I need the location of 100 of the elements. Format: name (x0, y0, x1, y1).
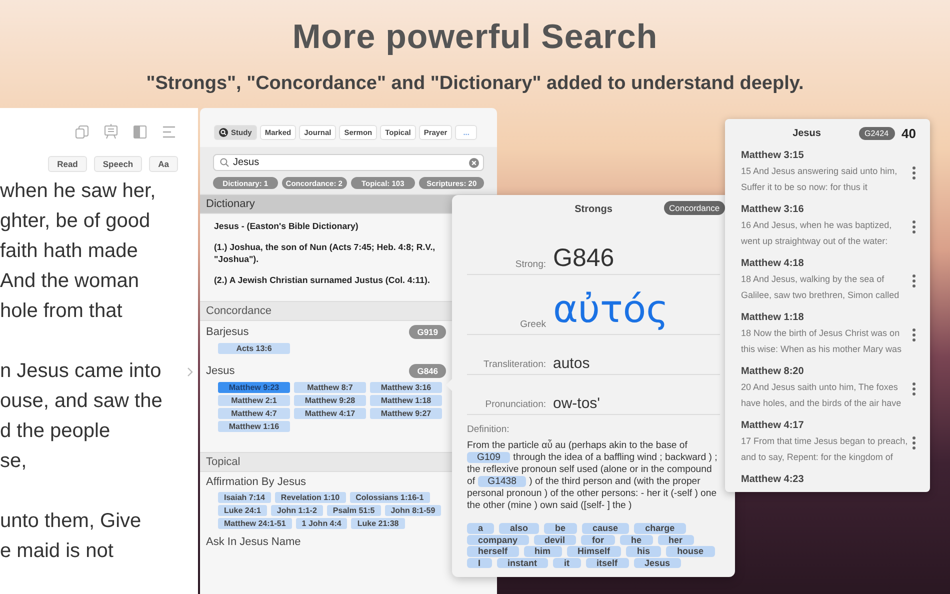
scripture-line: ouse, and saw the (0, 389, 162, 414)
word-chip[interactable]: company (467, 534, 529, 545)
more-icon[interactable] (912, 220, 916, 234)
verse-text: 18 And Jesus, walking by the sea of Galilee, saw two brethren, Simon called (741, 273, 900, 302)
word-chip[interactable]: I (467, 558, 492, 568)
verse-text: 16 And Jesus, when he was baptized, went up straightway out of the water: (741, 219, 893, 248)
verse-count: 40 (902, 126, 916, 141)
word-chip[interactable]: also (499, 523, 540, 534)
dictionary-text: (1.) Joshua, the son of Nun (Acts 7:45; Heb. 4:8; R.V., "Joshua"). (214, 241, 436, 265)
field-label: Transliteration: (482, 359, 547, 371)
verse-chip[interactable]: Matthew 2:1 (218, 395, 290, 406)
verse-reference[interactable]: Matthew 4:18 (741, 257, 916, 271)
word-chip[interactable]: herself (467, 546, 519, 556)
verse-chip[interactable]: Matthew 24:1-51 (218, 518, 292, 529)
toolbar-button[interactable]: Aa (149, 156, 178, 172)
more-icon[interactable] (912, 436, 916, 450)
word-chip[interactable]: be (544, 523, 577, 534)
scripture-line: e maid is not (0, 539, 114, 564)
field-value: αὐτός (553, 287, 670, 331)
concordance-word: Jesus (206, 365, 235, 377)
toolbar-button[interactable]: Read (48, 156, 87, 172)
verse-reference[interactable]: Matthew 4:23 (741, 473, 916, 487)
verse-chip[interactable]: Revelation 1:10 (274, 492, 346, 503)
clear-icon[interactable] (469, 158, 479, 168)
toolbar-button[interactable]: Speech (94, 156, 142, 172)
verse-chip[interactable]: Matthew 4:7 (218, 408, 290, 419)
search-field[interactable]: Jesus (213, 154, 484, 171)
verse-chip[interactable]: Psalm 51:5 (326, 505, 381, 516)
strongs-link[interactable]: G109 (467, 452, 510, 463)
verse-text: 17 From that time Jesus began to preach, and to say, Repent: for the kingdom of (741, 435, 908, 464)
scripture-line: when he saw her, (0, 179, 156, 204)
word-chip[interactable]: his (626, 546, 662, 556)
verse-chip[interactable]: Isaiah 7:14 (218, 492, 271, 503)
verse-text: 15 And Jesus answering said unto him, Suffer it to be so now: for thus it (741, 165, 898, 194)
scripture-line: ghter, be of good (0, 209, 150, 234)
scripture-line: unto them, Give (0, 509, 142, 534)
word-chip[interactable]: a (467, 523, 494, 534)
verse-chip[interactable]: 1 John 4:4 (296, 518, 348, 529)
more-icon[interactable] (912, 382, 916, 396)
scripture-line: d the people (0, 419, 110, 444)
word-chip[interactable]: charge (634, 523, 686, 534)
word-chip[interactable]: him (524, 546, 562, 556)
popover-title: Strongs (574, 203, 612, 215)
field-label: Strong: (514, 259, 547, 271)
verse-chip[interactable]: Colossians 1:16-1 (350, 492, 430, 503)
headline: More powerful Search (291, 18, 659, 57)
verse-chip[interactable]: Matthew 1:18 (370, 395, 442, 406)
verse-chip[interactable]: Matthew 1:16 (218, 421, 290, 432)
definition-text: From the particle αὖ au (perhaps akin to the base of G109 through the idea of a baffling wind ; backward ) ; the reflexive pronoun self used (alone or in the compound of G1438 ) of the third person and (with the proper personal pronoun ) of the other persons: - her it (-self ) one the other (mine ) own said ([self- ] the ) (467, 440, 718, 512)
word-chip[interactable]: it (553, 558, 581, 568)
search-icon (219, 128, 228, 137)
word-chip[interactable]: Jesus (634, 558, 682, 568)
verse-reference[interactable]: Matthew 3:15 (741, 149, 916, 163)
strongs-code[interactable]: G2424 (858, 127, 895, 140)
verse-chip[interactable]: Matthew 3:16 (370, 382, 442, 393)
definition-label: Definition: (467, 424, 510, 435)
more-icon[interactable] (912, 328, 916, 342)
popover-title: Jesus (792, 128, 822, 139)
verse-chip[interactable]: John 8:1-59 (384, 505, 442, 516)
more-icon[interactable] (912, 166, 916, 180)
verse-text: 20 And Jesus saith unto him, The foxes have holes, and the birds of the air have (741, 381, 902, 410)
verse-text: 18 Now the birth of Jesus Christ was on this wise: When as his mother Mary was (741, 327, 903, 356)
scripture-line: hole from that (0, 299, 122, 324)
word-chip[interactable]: he (620, 534, 653, 545)
search-icon (220, 158, 229, 167)
verse-reference[interactable]: Matthew 3:16 (741, 203, 916, 217)
field-value: ow-tos' (553, 396, 602, 411)
verse-reference[interactable]: Matthew 4:17 (741, 419, 916, 433)
search-input[interactable]: Jesus (233, 157, 465, 168)
word-chip[interactable]: Himself (566, 546, 622, 556)
word-chip[interactable]: itself (586, 558, 629, 568)
verse-reference[interactable]: Matthew 8:20 (741, 365, 916, 379)
verse-chip[interactable]: Matthew 8:7 (294, 382, 366, 393)
verse-chip[interactable]: Acts 13:6 (218, 343, 290, 354)
verse-chip[interactable]: Luke 21:38 (351, 518, 405, 529)
word-chip[interactable]: cause (582, 523, 630, 534)
word-chip[interactable]: house (666, 546, 715, 556)
verse-chip[interactable]: Matthew 9:27 (370, 408, 442, 419)
concordance-badge[interactable]: Concordance (664, 201, 725, 215)
scripture-line: faith hath made (0, 239, 138, 264)
field-value: G846 (553, 246, 616, 271)
word-chip[interactable]: devil (534, 534, 576, 545)
dictionary-title: Jesus - (Easton's Bible Dictionary) (214, 220, 360, 232)
verse-chip[interactable]: Matthew 4:17 (294, 408, 366, 419)
verse-chip[interactable]: Matthew 9:28 (294, 395, 366, 406)
subheadline: "Strongs", "Concordance" and "Dictionary" added to understand deeply. (145, 73, 805, 95)
verse-reference[interactable]: Matthew 1:18 (741, 311, 916, 325)
word-chip[interactable]: her (658, 534, 694, 545)
word-chip[interactable]: for (581, 534, 616, 545)
more-icon[interactable] (912, 274, 916, 288)
dictionary-text: (2.) A Jewish Christian surnamed Justus (Col. 4:11). (214, 274, 431, 286)
scripture-line: And the woman (0, 269, 139, 294)
verse-chip[interactable]: Luke 24:1 (218, 505, 267, 516)
field-label: Pronunciation: (484, 399, 547, 411)
word-chip[interactable]: instant (496, 558, 548, 568)
field-value: autos (553, 356, 591, 371)
verse-chip[interactable]: John 1:1-2 (270, 505, 323, 516)
strongs-link[interactable]: G1438 (478, 476, 526, 487)
concordance-word: Barjesus (206, 326, 249, 338)
scripture-line: se, (0, 449, 27, 474)
